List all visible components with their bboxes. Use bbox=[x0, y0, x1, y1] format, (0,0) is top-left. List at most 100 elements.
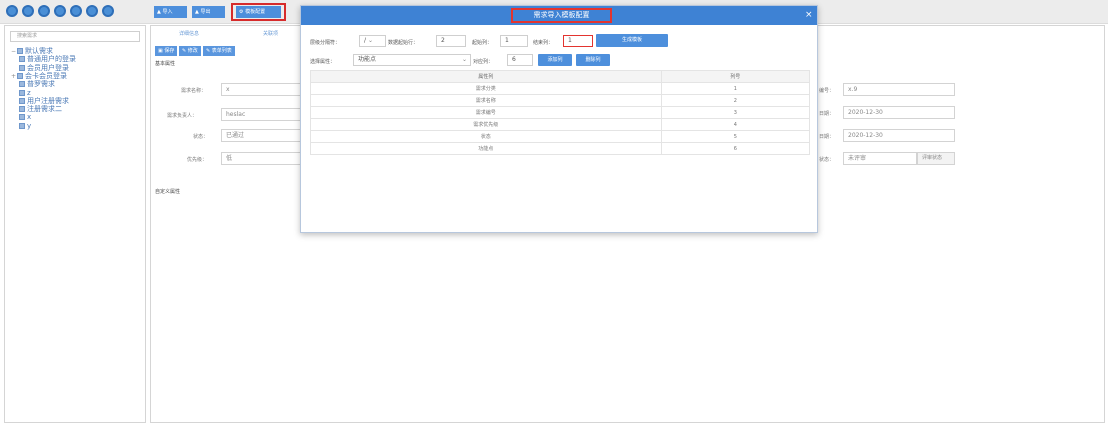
add-column-button[interactable]: 添加列 bbox=[538, 54, 572, 66]
attribute-select[interactable]: 功能点 ⌄ bbox=[353, 54, 471, 66]
target-col-label: 对应列： bbox=[473, 59, 494, 65]
chevron-down-icon: ⌄ bbox=[367, 37, 373, 44]
column-number-cell: 6 bbox=[660, 142, 811, 155]
edit-button[interactable]: ✎ 修改 bbox=[179, 46, 201, 56]
delete-column-button[interactable]: 删除列 bbox=[576, 54, 610, 66]
circle-icon-4[interactable] bbox=[54, 5, 66, 17]
tree-item-label: 注册需求二 bbox=[27, 105, 62, 114]
import-label: 导入 bbox=[162, 9, 173, 15]
table-header-row: 属性列 列号 bbox=[310, 70, 811, 83]
table-row[interactable]: 功能点 6 bbox=[310, 142, 811, 155]
name-field[interactable]: x bbox=[221, 83, 301, 96]
start-col-input[interactable]: 1 bbox=[500, 35, 528, 47]
circle-icon-1[interactable] bbox=[6, 5, 18, 17]
chevron-down-icon: ⌄ bbox=[461, 56, 467, 63]
status-field[interactable]: 已通过 bbox=[221, 129, 301, 142]
circle-icon-7[interactable] bbox=[102, 5, 114, 17]
tree-item[interactable]: 注册需求二 bbox=[19, 105, 62, 113]
tree-item[interactable]: 用户注册需求 bbox=[19, 97, 69, 105]
folder-icon bbox=[19, 122, 25, 129]
generate-template-button[interactable]: 生成模板 bbox=[596, 34, 668, 47]
import-button[interactable]: ▲ 导入 bbox=[154, 6, 187, 18]
dialog-title: 需求导入模板配置 bbox=[511, 8, 612, 23]
attribute-cell: 需求名称 bbox=[310, 94, 662, 107]
form-list-label: 表单列表 bbox=[211, 48, 232, 54]
form-list-button[interactable]: ✎ 表单列表 bbox=[203, 46, 235, 56]
template-config-highlight: ⚙ 模板配置 bbox=[231, 3, 286, 21]
template-config-button[interactable]: ⚙ 模板配置 bbox=[236, 6, 281, 18]
tree-item-label: 会卡会员登录 bbox=[25, 71, 67, 80]
column-number-cell: 3 bbox=[660, 106, 811, 119]
circle-icon-5[interactable] bbox=[70, 5, 82, 17]
end-col-input[interactable]: 1 bbox=[563, 35, 593, 47]
owner-field[interactable]: heslac bbox=[221, 108, 301, 121]
start-row-input[interactable]: 2 bbox=[436, 35, 466, 47]
table-row[interactable]: 需求编号 3 bbox=[310, 106, 811, 119]
field-label-name: 需求名称： bbox=[181, 88, 207, 94]
export-button[interactable]: ▲ 导出 bbox=[192, 6, 225, 18]
column-number-cell: 5 bbox=[660, 130, 811, 143]
review-field[interactable]: 未评审 bbox=[843, 152, 917, 165]
save-button[interactable]: ▣ 保存 bbox=[155, 46, 178, 56]
attribute-value: 功能点 bbox=[358, 56, 377, 63]
start-row-label: 数据起始行： bbox=[388, 40, 419, 46]
date-field-1[interactable]: 2020-12-30 bbox=[843, 106, 955, 119]
separator-select[interactable]: / ⌄ bbox=[359, 35, 386, 47]
template-config-dialog: 需求导入模板配置 × 层级分隔符： / ⌄ 数据起始行： 2 起始列： 1 结束… bbox=[300, 5, 818, 233]
tab-related[interactable]: 关联项 bbox=[263, 28, 278, 40]
export-label: 导出 bbox=[200, 9, 211, 15]
field-label-status: 状态： bbox=[193, 134, 209, 140]
attribute-label: 选择属性： bbox=[310, 59, 336, 65]
circle-icon-6[interactable] bbox=[86, 5, 98, 17]
tree-item[interactable]: y bbox=[19, 122, 31, 130]
tree-item-label: 普通用户的登录 bbox=[27, 55, 76, 64]
review-status-button[interactable]: 评审状态 bbox=[917, 152, 955, 165]
tree-item-label: 普罗需求 bbox=[27, 80, 55, 89]
tree-item-label: y bbox=[27, 121, 32, 130]
attribute-cell: 状态 bbox=[310, 130, 662, 143]
section-custom-title: 自定义属性 bbox=[155, 189, 181, 195]
separator-label: 层级分隔符： bbox=[310, 40, 341, 46]
field-label-date-2: 日期： bbox=[819, 134, 835, 140]
code-field[interactable]: x.9 bbox=[843, 83, 955, 96]
folder-icon bbox=[19, 64, 25, 71]
target-col-input[interactable]: 6 bbox=[507, 54, 533, 66]
tree-item[interactable]: 普罗需求 bbox=[19, 80, 55, 88]
header-column-number: 列号 bbox=[660, 70, 811, 83]
circle-icon-2[interactable] bbox=[22, 5, 34, 17]
folder-icon bbox=[19, 97, 25, 104]
tab-details[interactable]: 详细信息 bbox=[179, 28, 199, 40]
tree-item-label: z bbox=[27, 88, 31, 97]
column-number-cell: 4 bbox=[660, 118, 811, 131]
tree-item-label: 会员用户登录 bbox=[27, 63, 69, 72]
date-field-2[interactable]: 2020-12-30 bbox=[843, 129, 955, 142]
tree-item[interactable]: 会员用户登录 bbox=[19, 64, 69, 72]
priority-field[interactable]: 低 bbox=[221, 152, 301, 165]
folder-icon bbox=[17, 72, 23, 79]
attribute-cell: 需求编号 bbox=[310, 106, 662, 119]
attribute-cell: 需求优先级 bbox=[310, 118, 662, 131]
start-col-label: 起始列： bbox=[472, 40, 493, 46]
folder-icon bbox=[17, 48, 23, 54]
circle-icon-3[interactable] bbox=[38, 5, 50, 17]
table-row[interactable]: 状态 5 bbox=[310, 130, 811, 143]
table-row[interactable]: 需求名称 2 bbox=[310, 94, 811, 107]
template-config-label: 模板配置 bbox=[245, 9, 266, 15]
save-label: 保存 bbox=[164, 48, 175, 54]
tree-item[interactable]: z bbox=[19, 89, 31, 97]
table-row[interactable]: 需求分类 1 bbox=[310, 82, 811, 95]
close-icon[interactable]: × bbox=[805, 9, 813, 21]
field-label-code: 编号： bbox=[819, 88, 835, 94]
folder-icon bbox=[19, 106, 25, 113]
edit-label: 修改 bbox=[187, 48, 198, 54]
requirement-tree-panel: 搜索需求 − 默认需求 普通用户的登录 会员用户登录 + 会卡会员登录 普罗需求 z 用户注册需… bbox=[4, 25, 146, 423]
attribute-cell: 需求分类 bbox=[310, 82, 662, 95]
tree-item[interactable]: 普通用户的登录 bbox=[19, 55, 76, 63]
search-input[interactable]: 搜索需求 bbox=[10, 31, 140, 42]
mapping-table: 属性列 列号 需求分类 1 需求名称 2 需求编号 3 需求优先级 4 状态 5 功能点 6 bbox=[310, 70, 811, 155]
tree-item[interactable]: x bbox=[19, 113, 31, 121]
field-label-date-1: 日期： bbox=[819, 111, 835, 117]
table-row[interactable]: 需求优先级 4 bbox=[310, 118, 811, 131]
folder-icon bbox=[19, 114, 25, 121]
tree-item-label: 用户注册需求 bbox=[27, 96, 69, 105]
